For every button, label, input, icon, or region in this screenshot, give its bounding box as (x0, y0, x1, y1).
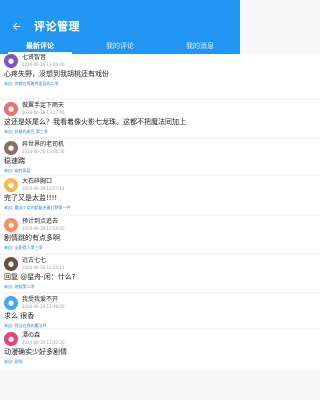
back-arrow-glyph (12, 22, 20, 30)
comment-list[interactable]: ● 七贤智音 2024-06-26 13:44:40 心疼失野，没想到我胡桃还有… (0, 54, 320, 400)
comment-content: 回复 @星舟-闲：什么? (4, 273, 76, 281)
comment-username[interactable]: 远古七七 (22, 257, 64, 264)
comment-item[interactable]: ● 预计到点追去 2024-06-26 12:54:00 剧情跳的有点多啊 来自… (0, 216, 320, 253)
avatar-icon[interactable]: ● (4, 102, 18, 116)
comment-content: 动漫确实少好多剧情 (4, 348, 67, 356)
tab-bar: 最新评论 我的评论 我的消息 (0, 38, 240, 54)
avatar-icon[interactable]: ● (4, 141, 18, 155)
comment-source-link[interactable]: 来自: 地狱第二季 (4, 284, 316, 293)
comment-source-link[interactable]: 来自: 妖精的尾巴 第三季 (4, 129, 316, 138)
avatar-icon[interactable]: ● (4, 178, 18, 192)
comment-source-link[interactable]: 来自: 魔法少女的超级夫妻打野第一件 (4, 205, 316, 214)
comment-source-link[interactable]: 来自: 你都在等着鸡里面的二季 (4, 81, 316, 90)
back-arrow-icon[interactable] (8, 18, 24, 34)
comment-content: 稳速踹 (4, 157, 25, 165)
status-bar (0, 0, 240, 14)
comment-item[interactable]: ● 异世界的老司机 2024-06-26 13:06:56 稳速踹 来自: 碳特… (0, 139, 320, 174)
avatar-icon[interactable]: ● (4, 257, 18, 271)
comment-item[interactable]: ● 做翼手定下雨天 2024-06-26 13:27:00 这还是妖尾么？我看着… (0, 100, 320, 137)
tab-my-comments[interactable]: 我的评论 (80, 38, 160, 54)
comment-source-link[interactable]: 来自: 全职猎人第三季 (4, 245, 316, 254)
tab-my-messages[interactable]: 我的消息 (160, 38, 240, 54)
comment-username[interactable]: 我受我爱不开 (22, 296, 64, 303)
avatar-icon[interactable]: ● (4, 218, 18, 232)
avatar-icon[interactable]: ● (4, 54, 18, 68)
comment-username[interactable]: 做翼手定下雨天 (22, 102, 64, 109)
comment-source-link[interactable]: 来自: 剧场 (4, 359, 316, 368)
comment-time: 2024-06-26 13:27:00 (22, 109, 65, 115)
comment-time: 2024-06-26 13:06:56 (22, 148, 65, 154)
comment-item[interactable]: ● 七贤智音 2024-06-26 13:44:40 心疼失野，没想到我胡桃还有… (0, 54, 320, 98)
page-title: 评论管理 (34, 20, 80, 33)
comment-item[interactable]: ● 我受我爱不开 2024-06-26 12:48:00 求么 很香 来自: 我… (0, 294, 320, 328)
comment-content: 心疼失野，没想到我胡桃还有戏份 (4, 70, 109, 78)
avatar-icon[interactable]: ● (4, 332, 18, 346)
comment-time: 2024-06-26 12:52:11 (22, 264, 65, 270)
comment-username[interactable]: 异世界的老司机 (22, 141, 64, 148)
comment-username[interactable]: 七贤智音 (22, 54, 64, 61)
comment-time: 2024-06-26 12:42:20 (22, 339, 65, 345)
comment-time: 2024-06-26 12:54:00 (22, 225, 65, 231)
comment-time: 2024-06-26 13:44:40 (22, 61, 65, 67)
comment-item[interactable]: ● 潭の森 2024-06-26 12:42:20 动漫确实少好多剧情 来自: … (0, 330, 320, 370)
comment-time: 2024-06-26 12:48:00 (22, 303, 65, 309)
comment-content: 求么 很香 (4, 312, 35, 320)
comment-time: 2024-06-26 12:57:14 (22, 185, 65, 191)
app-bar: 评论管理 (0, 14, 240, 38)
comment-content: 这还是妖尾么？我看着像火影七龙珠。这都不把魔法同加上 (4, 118, 186, 126)
comment-item[interactable]: ● 大石碎胸口 2024-06-26 12:57:14 完了又是太监!!!! 来… (0, 176, 320, 214)
comment-username[interactable]: 预计到点追去 (22, 218, 64, 225)
comment-content: 剧情跳的有点多啊 (4, 234, 60, 242)
tab-latest-comments[interactable]: 最新评论 (0, 38, 80, 54)
comment-content: 完了又是太监!!!! (4, 194, 58, 202)
comment-item[interactable]: ● 远古七七 2024-06-26 12:52:11 回复 @星舟-闲：什么? … (0, 255, 320, 292)
avatar-icon[interactable]: ● (4, 296, 18, 310)
comment-username[interactable]: 潭の森 (22, 332, 64, 339)
comment-username[interactable]: 大石碎胸口 (22, 178, 64, 185)
